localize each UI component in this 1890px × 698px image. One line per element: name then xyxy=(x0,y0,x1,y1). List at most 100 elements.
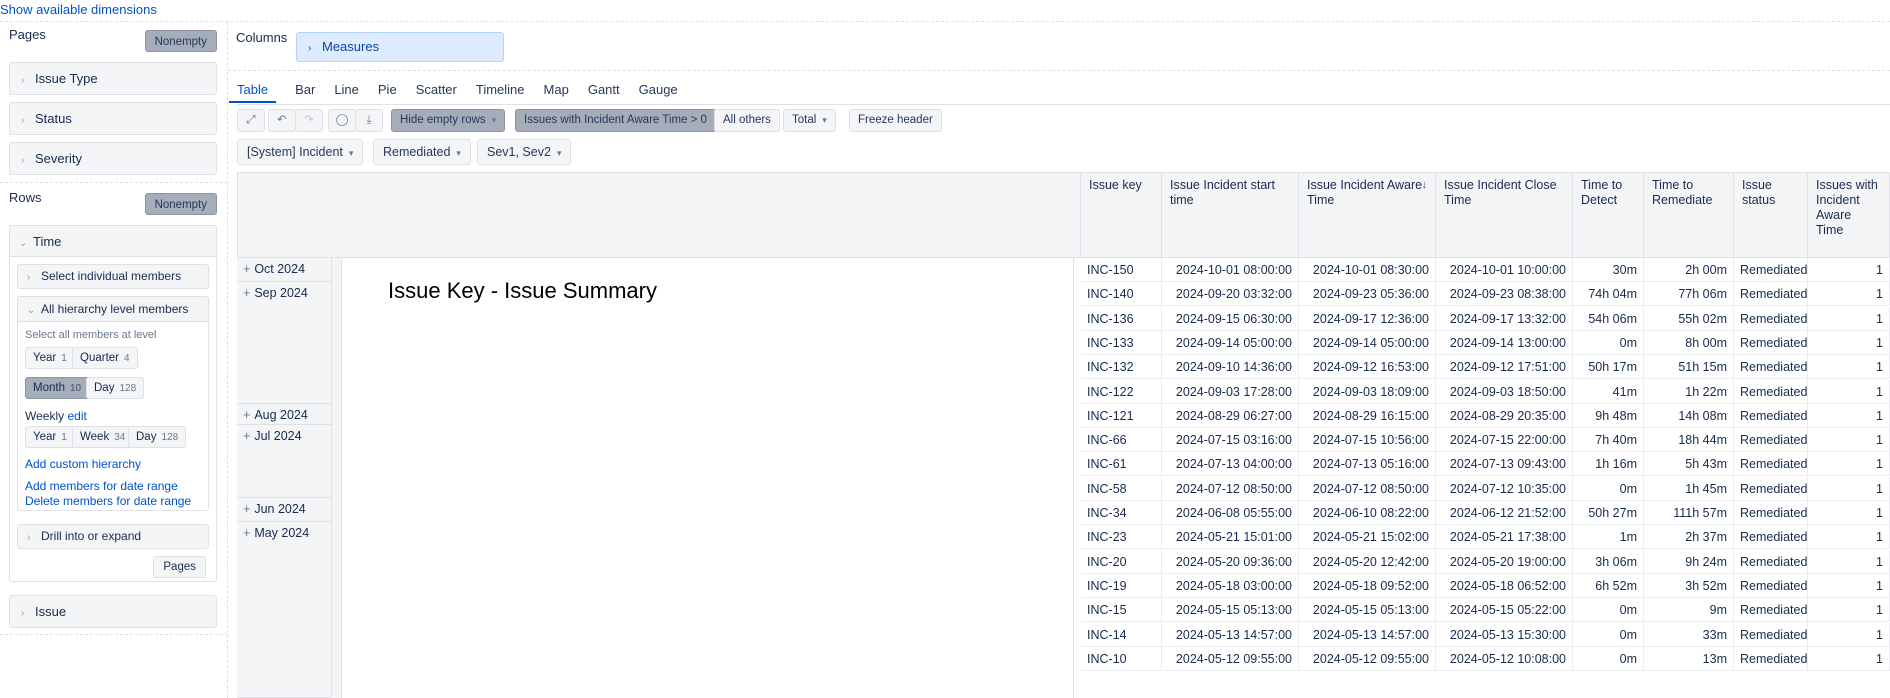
table-row[interactable]: INC-34 2024-06-08 05:55:00 2024-06-10 08:2… xyxy=(1081,501,1890,525)
cell-key[interactable]: INC-122 xyxy=(1081,379,1162,404)
pages-nonempty-button[interactable]: Nonempty xyxy=(144,30,217,52)
month-sep-2024[interactable]: + Sep 2024 xyxy=(237,282,332,404)
cell-key[interactable]: INC-121 xyxy=(1081,403,1162,428)
month-oct-2024[interactable]: + Oct 2024 xyxy=(237,258,332,282)
total-label: Total xyxy=(792,114,817,126)
hide-empty-rows-button[interactable]: Hide empty rows ▾ xyxy=(391,109,506,132)
table-row[interactable]: INC-133 2024-09-14 05:00:00 2024-09-14 05:… xyxy=(1081,330,1890,355)
fullscreen-icon[interactable]: ⤢ xyxy=(237,109,265,132)
export-icon[interactable]: ⤓ xyxy=(355,109,383,132)
cell-key[interactable]: INC-61 xyxy=(1081,452,1162,477)
header-close-time[interactable]: Issue Incident Close Time xyxy=(1436,172,1573,258)
header-time-to-remediate[interactable]: Time to Remediate xyxy=(1644,172,1734,258)
total-button[interactable]: Total ▾ xyxy=(783,109,836,132)
level-quarter-chip[interactable]: Quarter 4 xyxy=(72,347,138,369)
undo-icon[interactable]: ↶ xyxy=(268,109,296,132)
header-aware-time[interactable]: Issue Incident Aware Time ↓ xyxy=(1299,172,1436,258)
add-custom-hierarchy-link[interactable]: Add custom hierarchy xyxy=(25,457,141,471)
month-aug-2024[interactable]: + Aug 2024 xyxy=(237,404,332,425)
header-issue-status[interactable]: Issue status xyxy=(1734,172,1808,258)
level-day-chip[interactable]: Day 128 xyxy=(86,377,145,399)
cell-key[interactable]: INC-23 xyxy=(1081,525,1162,550)
comment-icon[interactable]: ◯ xyxy=(328,109,356,132)
month-jun-2024[interactable]: + Jun 2024 xyxy=(237,498,332,522)
cell-key[interactable]: INC-34 xyxy=(1081,501,1162,525)
expand-plus-icon: + xyxy=(243,502,251,516)
tab-bar[interactable]: Bar xyxy=(295,81,315,103)
header-issue-key[interactable]: Issue key xyxy=(1081,172,1162,258)
time-dimension-header[interactable]: ⌄ Time xyxy=(10,226,216,257)
table-row[interactable]: INC-66 2024-07-15 03:16:00 2024-07-15 10:5… xyxy=(1081,428,1890,453)
level-year-chip[interactable]: Year 1 xyxy=(25,347,75,369)
table-row[interactable]: INC-19 2024-05-18 03:00:00 2024-05-18 09:5… xyxy=(1081,573,1890,598)
table-row[interactable]: INC-150 2024-10-01 08:00:00 2024-10-01 08:… xyxy=(1081,258,1890,282)
dimension-status[interactable]: › Status xyxy=(9,102,217,135)
drill-into-expand[interactable]: › Drill into or expand xyxy=(17,524,209,549)
add-members-date-range-link[interactable]: Add members for date range xyxy=(25,479,178,493)
weekly-year-chip[interactable]: Year 1 xyxy=(25,426,75,448)
delete-members-date-range-link[interactable]: Delete members for date range xyxy=(25,494,191,508)
select-individual-members[interactable]: › Select individual members xyxy=(17,264,209,289)
cell-close: 2024-05-12 10:08:00 xyxy=(1436,646,1573,671)
cell-key[interactable]: INC-14 xyxy=(1081,622,1162,647)
cell-key[interactable]: INC-133 xyxy=(1081,330,1162,355)
hierarchy-levels-header[interactable]: ⌄ All hierarchy level members xyxy=(18,297,208,322)
table-row[interactable]: INC-61 2024-07-13 04:00:00 2024-07-13 05:1… xyxy=(1081,452,1890,477)
tab-gauge[interactable]: Gauge xyxy=(639,81,678,103)
cell-count: 1 xyxy=(1808,525,1890,550)
table-row[interactable]: INC-132 2024-09-10 14:36:00 2024-09-12 16:… xyxy=(1081,355,1890,380)
table-row[interactable]: INC-20 2024-05-20 09:36:00 2024-05-20 12:4… xyxy=(1081,549,1890,574)
month-jul-2024[interactable]: + Jul 2024 xyxy=(237,425,332,498)
header-issue-count[interactable]: Issues with Incident Aware Time xyxy=(1808,172,1890,258)
table-row[interactable]: INC-140 2024-09-20 03:32:00 2024-09-23 05:… xyxy=(1081,282,1890,307)
level-month-chip[interactable]: Month 10 xyxy=(25,377,90,399)
issues-filter-button[interactable]: Issues with Incident Aware Time > 0 xyxy=(515,109,716,132)
tab-map[interactable]: Map xyxy=(544,81,569,103)
top-divider xyxy=(0,21,1890,22)
tab-timeline[interactable]: Timeline xyxy=(476,81,525,103)
tab-pie[interactable]: Pie xyxy=(378,81,397,103)
cell-key[interactable]: INC-140 xyxy=(1081,282,1162,307)
redo-icon[interactable]: ↷ xyxy=(295,109,323,132)
cell-key[interactable]: INC-19 xyxy=(1081,573,1162,598)
issue-type-filter[interactable]: [System] Incident ▾ xyxy=(237,139,364,165)
cell-count: 1 xyxy=(1808,573,1890,598)
move-to-pages-button[interactable]: Pages xyxy=(153,556,206,578)
table-row[interactable]: INC-58 2024-07-12 08:50:00 2024-07-12 08:5… xyxy=(1081,476,1890,501)
weekly-week-chip[interactable]: Week 34 xyxy=(72,426,134,448)
severity-filter[interactable]: Sev1, Sev2 ▾ xyxy=(477,139,572,165)
dimension-severity[interactable]: › Severity xyxy=(9,142,217,175)
table-row[interactable]: INC-15 2024-05-15 05:13:00 2024-05-15 05:1… xyxy=(1081,598,1890,623)
table-row[interactable]: INC-10 2024-05-12 09:55:00 2024-05-12 09:5… xyxy=(1081,646,1890,671)
cell-key[interactable]: INC-15 xyxy=(1081,598,1162,623)
cell-key[interactable]: INC-66 xyxy=(1081,428,1162,453)
all-others-button[interactable]: All others xyxy=(714,109,780,132)
weekly-edit-link[interactable]: edit xyxy=(67,409,86,423)
tab-line[interactable]: Line xyxy=(334,81,359,103)
dimension-issue-type[interactable]: › Issue Type xyxy=(9,62,217,95)
tab-gantt[interactable]: Gantt xyxy=(588,81,620,103)
header-start-time[interactable]: Issue Incident start time xyxy=(1162,172,1299,258)
rows-nonempty-button[interactable]: Nonempty xyxy=(144,193,217,215)
dimension-issue[interactable]: › Issue xyxy=(9,595,217,628)
header-time-to-detect[interactable]: Time to Detect xyxy=(1573,172,1644,258)
show-dimensions-link[interactable]: Show available dimensions xyxy=(0,2,157,17)
measures-chip[interactable]: › Measures xyxy=(296,32,504,62)
weekly-day-chip[interactable]: Day 128 xyxy=(128,426,187,448)
month-may-2024[interactable]: + May 2024 xyxy=(237,522,332,698)
table-row[interactable]: INC-121 2024-08-29 06:27:00 2024-08-29 16:… xyxy=(1081,403,1890,428)
cell-key[interactable]: INC-150 xyxy=(1081,258,1162,282)
cell-key[interactable]: INC-136 xyxy=(1081,306,1162,331)
tab-table[interactable]: Table xyxy=(229,81,277,103)
cell-key[interactable]: INC-58 xyxy=(1081,476,1162,501)
status-filter[interactable]: Remediated ▾ xyxy=(373,139,471,165)
tab-scatter[interactable]: Scatter xyxy=(416,81,457,103)
cell-key[interactable]: INC-20 xyxy=(1081,549,1162,574)
table-row[interactable]: INC-23 2024-05-21 15:01:00 2024-05-21 15:0… xyxy=(1081,525,1890,550)
table-row[interactable]: INC-136 2024-09-15 06:30:00 2024-09-17 12:… xyxy=(1081,306,1890,331)
table-row[interactable]: INC-14 2024-05-13 14:57:00 2024-05-13 14:5… xyxy=(1081,622,1890,647)
freeze-header-button[interactable]: Freeze header xyxy=(849,109,942,132)
table-row[interactable]: INC-122 2024-09-03 17:28:00 2024-09-03 18:… xyxy=(1081,379,1890,404)
cell-key[interactable]: INC-132 xyxy=(1081,355,1162,380)
cell-key[interactable]: INC-10 xyxy=(1081,646,1162,671)
